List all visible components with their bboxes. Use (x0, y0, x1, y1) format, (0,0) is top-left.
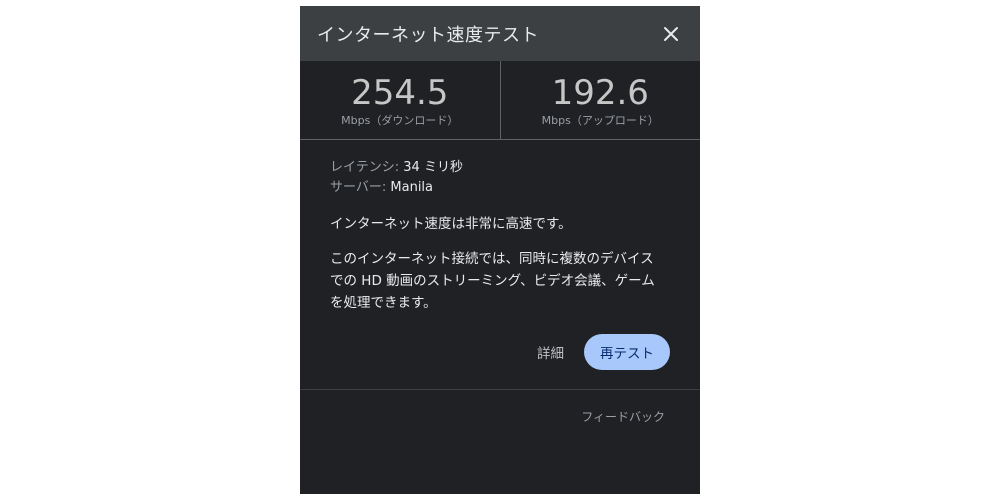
speed-results: 254.5 Mbps（ダウンロード） 192.6 Mbps（アップロード） (300, 61, 700, 140)
upload-speed-value: 192.6 (551, 72, 649, 113)
result-details: レイテンシ: 34 ミリ秒 サーバー: Manila インターネット速度は非常に… (300, 140, 700, 314)
server-row: サーバー: Manila (330, 178, 670, 198)
dialog-title: インターネット速度テスト (317, 24, 539, 46)
description-line: このインターネット接続では、同時に複数のデバイス (330, 251, 654, 267)
description-line: を処理できます。 (330, 295, 437, 311)
latency-value: 34 ミリ秒 (403, 160, 463, 175)
upload-result: 192.6 Mbps（アップロード） (499, 61, 701, 139)
latency-label: レイテンシ: (330, 160, 400, 175)
download-speed-value: 254.5 (351, 72, 449, 113)
description-line: での HD 動画のストリーミング、ビデオ会議、ゲーム (330, 273, 655, 289)
server-label: サーバー: (330, 180, 387, 195)
divider (300, 389, 700, 390)
download-speed-unit: Mbps（ダウンロード） (341, 113, 459, 127)
details-link[interactable]: 詳細 (537, 342, 564, 362)
feedback-link[interactable]: フィードバック (581, 408, 665, 425)
server-value: Manila (390, 180, 434, 195)
download-result: 254.5 Mbps（ダウンロード） (300, 61, 500, 139)
retest-button[interactable]: 再テスト (584, 334, 670, 370)
latency-row: レイテンシ: 34 ミリ秒 (330, 158, 670, 178)
dialog-actions: 詳細 再テスト (300, 334, 700, 370)
upload-speed-unit: Mbps（アップロード） (541, 113, 659, 127)
speed-summary: インターネット速度は非常に高速です。 (330, 216, 572, 232)
speed-test-dialog: インターネット速度テスト 254.5 Mbps（ダウンロード） 192.6 Mb… (300, 6, 700, 494)
dialog-header: インターネット速度テスト (300, 6, 700, 61)
close-icon[interactable] (660, 23, 682, 45)
speed-description: このインターネット接続では、同時に複数のデバイス での HD 動画のストリーミン… (330, 248, 670, 314)
